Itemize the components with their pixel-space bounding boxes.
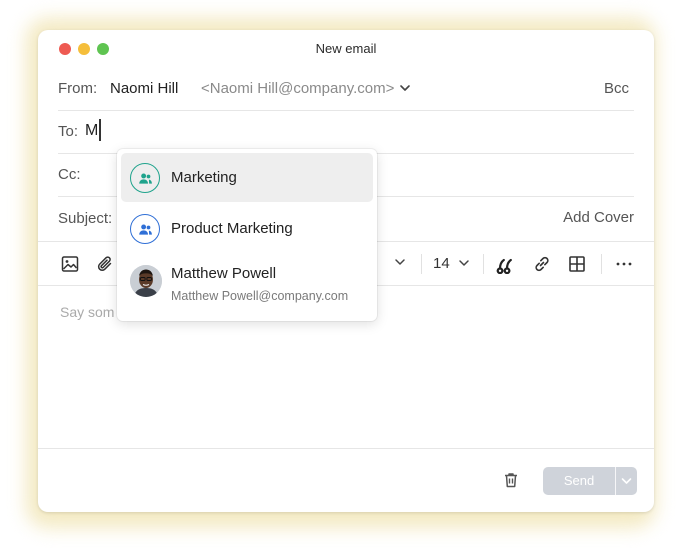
suggestion-name: Matthew Powell [171,265,277,282]
suggestion-product-marketing[interactable]: Product Marketing [121,204,373,253]
image-icon[interactable] [60,254,80,274]
send-button-group: Send [543,467,637,495]
suggestion-label: Product Marketing [171,220,293,237]
group-icon [130,214,160,244]
sender-name[interactable]: Naomi Hill [110,80,178,97]
to-label: To: [58,123,79,140]
more-options-icon[interactable] [614,254,634,274]
from-row: From: Naomi Hill <Naomi Hill@company.com… [58,68,634,111]
compose-footer: Send [38,448,654,512]
font-size-value[interactable]: 14 [433,255,450,272]
recipient-suggestions: Marketing Product Marketing Matthew Powe… [117,149,377,321]
window-title: New email [315,41,377,56]
chevron-down-icon [621,478,632,484]
table-icon[interactable] [567,254,587,274]
suggestion-label: Marketing [171,169,237,186]
suggestion-marketing[interactable]: Marketing [121,153,373,202]
text-cursor [99,119,101,141]
sender-email[interactable]: <Naomi Hill@company.com> [201,80,394,97]
chevron-down-icon[interactable] [399,81,411,99]
attachment-icon[interactable] [95,254,115,274]
trash-icon[interactable] [502,471,520,494]
send-button[interactable]: Send [543,467,615,495]
suggestion-matthew-powell[interactable]: Matthew Powell Matthew Powell@company.co… [121,255,373,317]
toolbar-divider [421,254,422,274]
send-options-button[interactable] [616,467,637,495]
toolbar-divider [601,254,602,274]
link-icon[interactable] [532,254,552,274]
body-placeholder: Say som [60,304,115,320]
to-input[interactable]: M [85,122,98,140]
suggestion-email: Matthew Powell@company.com [171,289,349,303]
add-cover-button[interactable]: Add Cover [563,209,634,226]
bcc-button[interactable]: Bcc [604,80,629,97]
to-row: To: M [58,110,634,154]
avatar [130,265,162,297]
quote-icon[interactable] [496,254,516,275]
title-bar: New email [38,30,654,66]
font-size-chevron-icon[interactable] [458,256,478,276]
group-icon [130,163,160,193]
cc-label: Cc: [58,166,81,183]
toolbar-divider [483,254,484,274]
font-dropdown-chevron-icon[interactable] [394,255,414,275]
subject-label: Subject: [58,210,113,227]
from-label: From: [58,80,98,97]
